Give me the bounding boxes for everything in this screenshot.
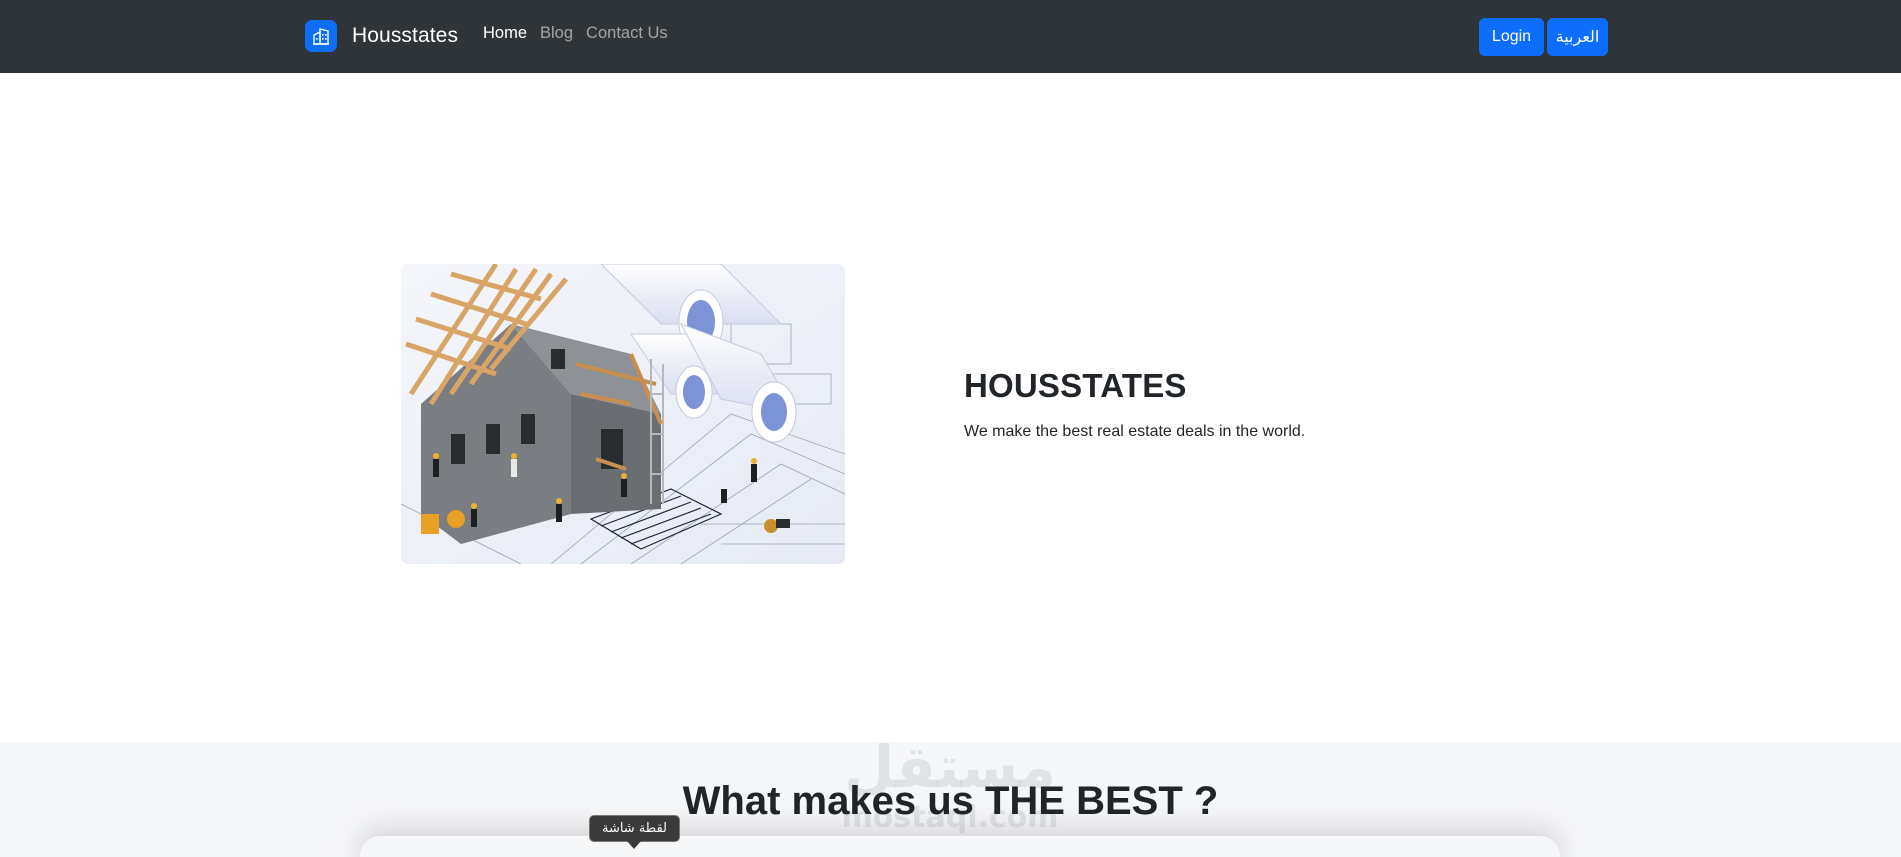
hero-image [401, 264, 845, 564]
tooltip-arrow-icon [627, 841, 641, 849]
hero-title: HOUSSTATES [964, 367, 1187, 404]
nav-links: Home Blog Contact Us [483, 24, 681, 43]
nav-link-blog[interactable]: Blog [540, 24, 573, 43]
building-icon [305, 20, 337, 52]
hero-subtitle: We make the best real estate deals in th… [964, 423, 1306, 440]
feature-card [360, 836, 1560, 857]
login-button[interactable]: Login [1479, 18, 1544, 56]
screenshot-tooltip: لقطة شاشة [589, 815, 680, 842]
brand-name: Housstates [352, 24, 459, 47]
brand[interactable]: Housstates [305, 19, 458, 53]
language-toggle-button[interactable]: العربية [1547, 18, 1608, 56]
section-title: What makes us THE BEST ? [682, 779, 1219, 823]
nav-link-home[interactable]: Home [483, 24, 527, 43]
nav-link-contact-us[interactable]: Contact Us [586, 24, 668, 43]
top-navbar: Housstates Home Blog Contact Us Login ال… [0, 0, 1901, 73]
